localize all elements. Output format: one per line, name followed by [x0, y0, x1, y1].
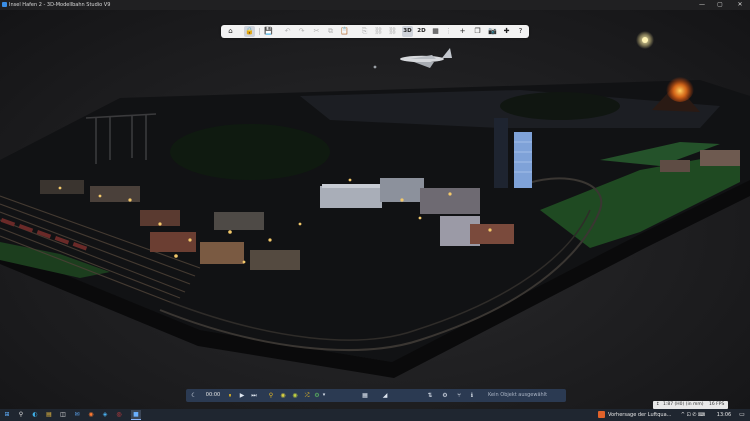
file-explorer-icon[interactable]: ▤	[44, 410, 54, 420]
store-icon[interactable]: ◫	[58, 410, 68, 420]
taskbar-clock[interactable]: 13:06	[712, 410, 736, 420]
app-icon-1[interactable]: ◈	[100, 410, 110, 420]
home-icon[interactable]: ⌂	[225, 26, 236, 37]
scale-label: 1:87 (H0) (in mm)	[663, 402, 704, 407]
copy-icon[interactable]: ⧉	[325, 26, 336, 37]
zoom-a-icon[interactable]: ◉	[278, 390, 288, 401]
bird	[373, 65, 377, 69]
edge-icon[interactable]: ◐	[30, 410, 40, 420]
pause-icon[interactable]: ⏸	[225, 390, 235, 401]
glass-tower	[514, 132, 532, 188]
unlink-icon[interactable]: ⛓	[387, 26, 398, 37]
view-3d-button[interactable]: 3D	[402, 26, 413, 37]
windows-taskbar: ⊞ ⚲ ◐ ▤ ◫ ✉ ◉ ◈ ◎ ◆ ■ Vorhersage der Luf…	[0, 409, 750, 421]
add-icon[interactable]: +	[457, 26, 468, 37]
close-button[interactable]: ✕	[731, 0, 749, 10]
settings-icon[interactable]: ⚙	[440, 390, 450, 401]
duplicate-icon[interactable]: ⎘	[359, 26, 370, 37]
firefox-icon[interactable]: ◉	[86, 410, 96, 420]
info-icon[interactable]: ℹ	[467, 390, 477, 401]
forest-hill-2	[500, 92, 620, 120]
fps-label: 16 FPS	[709, 402, 725, 407]
signal-icon[interactable]: ⑂	[454, 390, 464, 401]
moon-icon[interactable]: ☾	[189, 390, 199, 401]
grid-icon[interactable]: ▦	[430, 26, 441, 37]
terrain-icon[interactable]: ◢	[380, 390, 390, 401]
news-badge-icon	[598, 411, 605, 418]
maximize-button[interactable]: ▢	[711, 0, 729, 10]
window-title: Insel Hafen 2 - 3D-Modellbahn Studio V9	[9, 2, 111, 8]
minimize-button[interactable]: —	[693, 0, 711, 10]
taskbar-search-icon[interactable]: ⚲	[16, 410, 26, 420]
system-tray[interactable]: ^ ⊡ ✆ ⌨	[676, 410, 710, 420]
toolbar-separator	[259, 28, 260, 35]
help-icon[interactable]: ?	[515, 26, 526, 37]
view-2d-button[interactable]: 2D	[416, 26, 427, 37]
camera-icon[interactable]: 📷	[487, 26, 498, 37]
cut-icon[interactable]: ✂	[311, 26, 322, 37]
chevron-down-icon[interactable]: ▾	[321, 390, 327, 401]
scale-icon: ↕	[656, 402, 660, 407]
plugin-icon[interactable]: ✚	[501, 26, 512, 37]
windows-start-icon[interactable]: ⊞	[2, 410, 12, 420]
news-widget[interactable]: Vorhersage der Luftqua...	[598, 410, 671, 420]
app-icon	[2, 2, 7, 7]
volcano-fire	[666, 74, 694, 102]
mail-icon[interactable]: ✉	[72, 410, 82, 420]
window-title-bar: Insel Hafen 2 - 3D-Modellbahn Studio V9 …	[0, 0, 750, 10]
grid-toggle-icon[interactable]: ▦	[360, 390, 370, 401]
zoom-b-icon[interactable]: ◉	[290, 390, 300, 401]
office-tower	[494, 118, 508, 188]
3d-viewport[interactable]: ⌂ 🔒 💾 ↶ ↷ ✂ ⧉ 📋 ⎘ ⛓ ⛓ 3D 2D ▦ ⋮ + ❐ 📷 ✚ …	[0, 10, 750, 409]
bottom-toolbar: ☾ 00:00 ⏸ ▶ ⏭ ⚲ ◉ ◉ ⤮ ⚙ ▾ ▦ ◢ ⇅ ⚙ ⑂ ℹ Ke…	[186, 389, 566, 402]
search-icon[interactable]: ⚲	[266, 390, 276, 401]
layers-icon[interactable]: ❐	[472, 26, 483, 37]
redo-icon[interactable]: ↷	[296, 26, 307, 37]
undo-icon[interactable]: ↶	[282, 26, 293, 37]
selection-status: Kein Objekt ausgewählt	[488, 392, 548, 398]
scale-fps-indicator: ↕ 1:87 (H0) (in mm) 16 FPS	[653, 401, 728, 409]
news-text: Vorhersage der Luftqua...	[608, 412, 672, 418]
more-icon[interactable]: ⋮	[443, 26, 454, 37]
moon-disc	[642, 37, 648, 43]
link-icon[interactable]: ⛓	[373, 26, 384, 37]
sim-time: 00:00	[205, 392, 221, 398]
shuffle-icon[interactable]: ⤮	[302, 390, 312, 401]
lock-icon[interactable]: 🔒	[244, 26, 255, 37]
modellbahn-studio-taskbar-icon[interactable]: ■	[131, 410, 141, 420]
main-toolbar: ⌂ 🔒 💾 ↶ ↷ ✂ ⧉ 📋 ⎘ ⛓ ⛓ 3D 2D ▦ ⋮ + ❐ 📷 ✚ …	[221, 25, 529, 38]
skip-icon[interactable]: ⏭	[249, 390, 259, 401]
forest-hill	[170, 124, 330, 180]
layout-scene	[0, 31, 750, 378]
notification-icon[interactable]: ▭	[737, 410, 747, 420]
play-icon[interactable]: ▶	[237, 390, 247, 401]
sliders-icon[interactable]: ⇅	[425, 390, 435, 401]
save-icon[interactable]: 💾	[263, 26, 274, 37]
app-icon-2[interactable]: ◎	[114, 410, 124, 420]
airplane	[400, 48, 452, 68]
paste-icon[interactable]: 📋	[339, 26, 350, 37]
